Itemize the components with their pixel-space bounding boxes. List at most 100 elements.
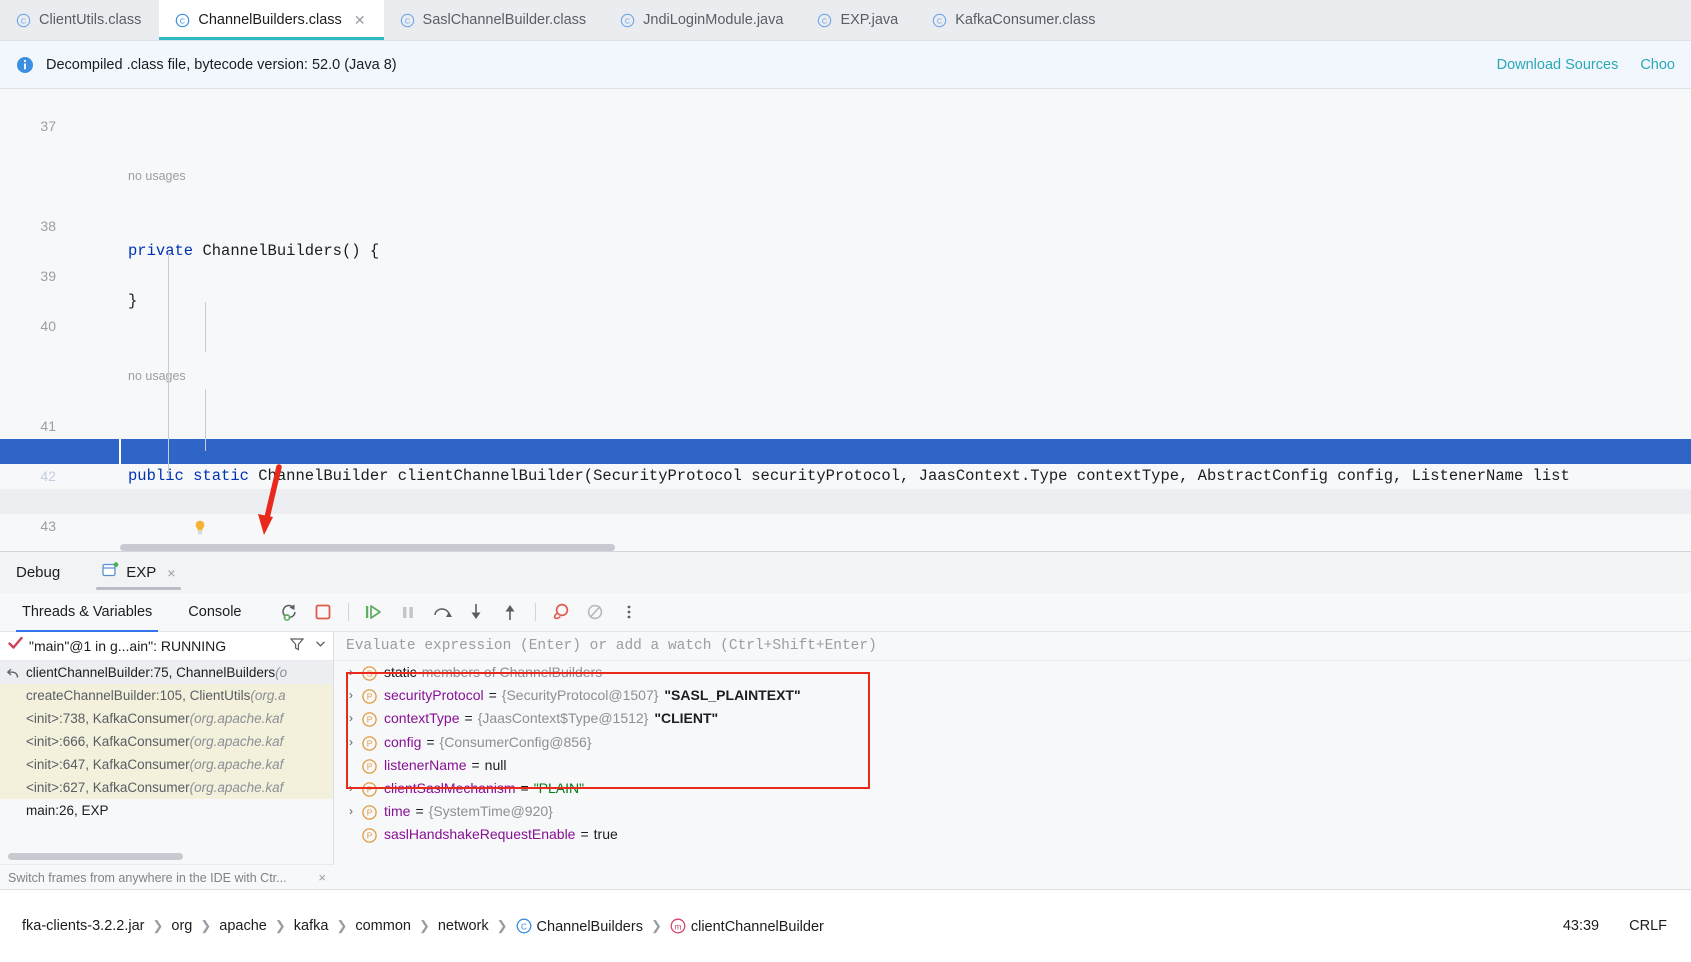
tab-console[interactable]: Console	[182, 593, 247, 632]
equals-sign: =	[488, 687, 497, 704]
chevron-right-icon[interactable]: ›	[344, 800, 358, 823]
evaluate-expression-input[interactable]: Evaluate expression (Enter) or add a wat…	[334, 632, 1691, 661]
stack-frame-row[interactable]: createChannelBuilder:105, ClientUtils(or…	[0, 684, 333, 707]
chevron-right-icon[interactable]: ›	[344, 684, 358, 707]
frames-horizontal-scrollbar[interactable]	[8, 853, 183, 860]
line-number: 40	[40, 318, 56, 334]
variable-name: static	[384, 664, 417, 680]
chevron-down-icon[interactable]	[314, 637, 327, 655]
variable-ref: {SecurityProtocol@1507}	[501, 687, 659, 704]
editor-tab-clientutils[interactable]: C ClientUtils.class	[0, 0, 159, 40]
notification-actions: Download Sources Choo	[1497, 57, 1675, 73]
step-over-icon[interactable]	[431, 601, 453, 623]
chevron-right-icon[interactable]: ›	[344, 777, 358, 800]
breadcrumb-item-org[interactable]: org	[163, 918, 200, 934]
stack-frame-row[interactable]: <init>:647, KafkaConsumer(org.apache.kaf	[0, 753, 333, 776]
line-separator[interactable]: CRLF	[1629, 918, 1667, 934]
variable-ref: {SystemTime@920}	[428, 803, 553, 820]
close-icon[interactable]: ×	[318, 870, 326, 885]
breadcrumb-item-channelbuilders[interactable]: C ChannelBuilders	[508, 918, 651, 935]
breadcrumb-separator: ❯	[336, 918, 348, 933]
breadcrumb-item-jar[interactable]: fka-clients-3.2.2.jar	[14, 918, 153, 934]
variable-row-contexttype[interactable]: › P contextType = {JaasContext$Type@1512…	[334, 707, 1691, 730]
chevron-right-icon[interactable]: ›	[344, 707, 358, 730]
editor-tab-kafkaconsumer[interactable]: C KafkaConsumer.class	[916, 0, 1113, 40]
method-icon: m	[670, 918, 686, 934]
step-out-icon[interactable]	[499, 601, 521, 623]
indent-guide	[168, 252, 169, 477]
code-line: 39 }	[0, 239, 1691, 310]
editor-tab-saslchannelbuilder[interactable]: C SaslChannelBuilder.class	[384, 0, 605, 40]
debug-toolbar: Threads & Variables Console	[0, 593, 1691, 632]
breadcrumb-item-apache[interactable]: apache	[211, 918, 275, 934]
stack-frame-row[interactable]: <init>:627, KafkaConsumer(org.apache.kaf	[0, 776, 333, 799]
editor-tab-jndiloginmodule[interactable]: C JndiLoginModule.java	[604, 0, 801, 40]
variable-row-static[interactable]: › S static members of ChannelBuilders	[334, 661, 1691, 684]
download-sources-link[interactable]: Download Sources	[1497, 57, 1619, 73]
stack-frame-row[interactable]: clientChannelBuilder:75, ChannelBuilders…	[0, 661, 333, 684]
call-stack-list[interactable]: clientChannelBuilder:75, ChannelBuilders…	[0, 661, 333, 822]
variable-row-config[interactable]: › P config = {ConsumerConfig@856}	[334, 731, 1691, 754]
editor-horizontal-scrollbar[interactable]	[120, 544, 615, 551]
variables-tree[interactable]: › S static members of ChannelBuilders › …	[334, 661, 1691, 847]
svg-text:C: C	[521, 921, 527, 931]
chevron-right-icon[interactable]: ›	[344, 661, 358, 684]
stack-frame-row[interactable]: <init>:738, KafkaConsumer(org.apache.kaf	[0, 707, 333, 730]
frames-hint-banner: Switch frames from anywhere in the IDE w…	[0, 864, 334, 890]
variable-value: null	[484, 756, 507, 773]
stop-icon[interactable]	[312, 601, 334, 623]
variable-row-saslhandshakerequestenable[interactable]: › P saslHandshakeRequestEnable = true	[334, 823, 1691, 846]
inlay-usages-hint: no usages	[0, 139, 1691, 183]
variable-row-listenername[interactable]: › P listenerName = null	[334, 754, 1691, 777]
variable-row-time[interactable]: › P time = {SystemTime@920}	[334, 800, 1691, 823]
stack-frame-label: <init>:738, KafkaConsumer	[26, 711, 190, 726]
more-options-icon[interactable]	[618, 601, 640, 623]
breadcrumb-item-network[interactable]: network	[430, 918, 497, 934]
frames-pane: "main"@1 in g...ain": RUNNING clientChan…	[0, 632, 334, 890]
variable-name: time	[384, 803, 411, 820]
stack-frame-row[interactable]: <init>:666, KafkaConsumer(org.apache.kaf	[0, 730, 333, 753]
svg-text:P: P	[367, 692, 373, 702]
view-breakpoints-icon[interactable]	[550, 601, 572, 623]
debug-run-tab-exp[interactable]: EXP ×	[92, 552, 185, 593]
step-into-icon[interactable]	[465, 601, 487, 623]
editor-tab-channelbuilders[interactable]: C ChannelBuilders.class ✕	[159, 0, 384, 40]
breadcrumb-item-clientchannelbuilder[interactable]: m clientChannelBuilder	[662, 918, 832, 935]
chevron-right-icon[interactable]: ›	[344, 731, 358, 754]
return-arrow-icon	[6, 665, 20, 679]
status-bar: fka-clients-3.2.2.jar ❯ org ❯ apache ❯ k…	[0, 889, 1691, 962]
stack-frame-pkg: (org.apache.kaf	[189, 757, 284, 772]
choose-sources-link[interactable]: Choo	[1640, 57, 1675, 73]
breadcrumb-separator: ❯	[274, 918, 286, 933]
filter-icon[interactable]	[289, 637, 305, 656]
equals-sign: =	[520, 779, 529, 796]
stack-frame-row[interactable]: main:26, EXP	[0, 799, 333, 822]
breadcrumb-separator: ❯	[418, 918, 430, 933]
pause-icon	[397, 601, 419, 623]
variable-row-clientsaslmechanism[interactable]: › P clientSaslMechanism = "PLAIN"	[334, 777, 1691, 800]
breadcrumb-item-kafka[interactable]: kafka	[286, 918, 337, 934]
svg-text:C: C	[404, 16, 410, 25]
rerun-debug-icon[interactable]	[278, 601, 300, 623]
code-line: 40	[0, 289, 1691, 334]
resume-icon[interactable]	[363, 601, 385, 623]
variable-row-securityprotocol[interactable]: › P securityProtocol = {SecurityProtocol…	[334, 684, 1691, 707]
code-line-executing: 42 if (securityProtocol == SecurityProto…	[0, 439, 1691, 510]
close-icon[interactable]: ✕	[354, 13, 366, 27]
tab-threads-and-variables[interactable]: Threads & Variables	[16, 593, 159, 632]
caret-position[interactable]: 43:39	[1563, 918, 1599, 934]
thread-selector[interactable]: "main"@1 in g...ain": RUNNING	[0, 632, 333, 661]
variable-value: "CLIENT"	[654, 710, 719, 727]
mute-breakpoints-icon[interactable]	[584, 601, 606, 623]
intention-bulb-icon[interactable]	[100, 494, 205, 535]
status-bar-right: 43:39 CRLF	[1563, 918, 1677, 934]
stack-frame-pkg: (org.a	[250, 688, 286, 703]
stack-frame-pkg: (org.apache.kaf	[189, 780, 284, 795]
editor-tab-exp[interactable]: C EXP.java	[801, 0, 916, 40]
stack-frame-pkg: (o	[275, 665, 288, 680]
breadcrumb-item-common[interactable]: common	[347, 918, 419, 934]
close-icon[interactable]: ×	[167, 565, 175, 581]
equals-sign: =	[580, 826, 589, 843]
code-editor[interactable]: 37 no usages 38 private ChannelBuilders(…	[0, 89, 1691, 551]
variable-value: "PLAIN"	[533, 779, 585, 796]
